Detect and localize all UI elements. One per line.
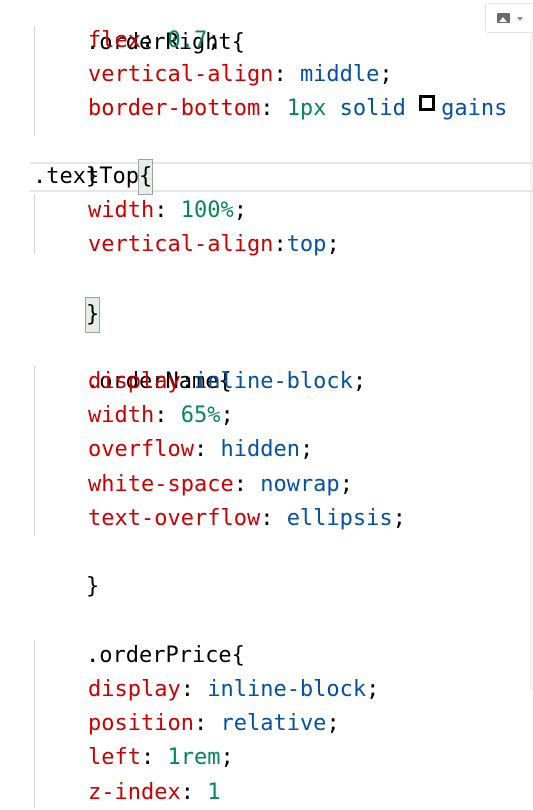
code-line[interactable]: border-bottom: 1px solid gains (88, 92, 507, 126)
matched-bracket: } (84, 297, 101, 333)
code-line[interactable]: vertical-align: middle; (88, 58, 393, 92)
color-swatch-icon[interactable] (419, 95, 436, 111)
colon: : (273, 232, 287, 257)
colon: : (260, 506, 287, 531)
colon: : (180, 780, 208, 805)
css-property: flex (88, 28, 141, 53)
colon: : (273, 62, 300, 87)
css-value: middle (299, 62, 380, 87)
semicolon: ; (379, 62, 393, 87)
code-line[interactable]: text-overflow: ellipsis; (88, 502, 406, 536)
css-property: text-overflow (88, 506, 261, 531)
code-line[interactable]: .orderRight{ (33, 0, 245, 55)
css-value: ellipsis (286, 506, 393, 531)
insert-image-button[interactable] (485, 3, 533, 33)
css-property: overflow (88, 437, 194, 462)
semicolon: ; (233, 198, 247, 223)
colon: : (140, 745, 168, 770)
chevron-down-icon (517, 17, 523, 21)
code-line[interactable]: .orderPrice{ (33, 605, 245, 668)
css-property: z-index (88, 780, 181, 805)
code-line[interactable]: white-space: nowrap; (88, 468, 353, 502)
semicolon: ; (220, 745, 234, 770)
code-line[interactable]: vertical-align:top; (88, 228, 340, 262)
semicolon: ; (366, 677, 380, 702)
code-line[interactable]: } (33, 536, 99, 599)
css-property: width (88, 403, 155, 428)
css-value: inline-block (207, 677, 367, 702)
code-line[interactable]: width: 100%; (88, 194, 247, 228)
colon: : (140, 28, 168, 53)
css-value: inline-block (193, 369, 353, 394)
css-value: solid (326, 96, 420, 121)
css-color-value: gains (441, 96, 508, 121)
css-value: hidden (220, 437, 300, 462)
css-property: border-bottom (88, 96, 261, 121)
code-line[interactable]: display:inline-block; (88, 365, 366, 399)
semicolon: ; (339, 472, 353, 497)
code-line[interactable]: .textTop{ (33, 159, 154, 195)
semicolon: ; (392, 506, 406, 531)
colon: : (154, 198, 181, 223)
css-property: left (88, 745, 141, 770)
semicolon: ; (326, 232, 340, 257)
semicolon: ; (326, 711, 340, 736)
css-value: 65% (180, 403, 221, 428)
css-value: 1px (286, 96, 327, 121)
semicolon: ; (220, 403, 234, 428)
code-line[interactable]: } (33, 264, 101, 333)
code-line[interactable]: width: 65%; (88, 399, 234, 433)
css-value: 1 (207, 780, 221, 805)
code-line[interactable]: flex: 0.7; (88, 24, 220, 58)
css-value: 1rem (167, 745, 221, 770)
colon: : (154, 403, 181, 428)
semicolon: ; (207, 28, 221, 53)
css-property: position (88, 711, 194, 736)
colon: : (180, 677, 208, 702)
css-property: display (88, 677, 181, 702)
code-line[interactable]: position: relative; (88, 707, 340, 741)
css-property: white-space (88, 472, 234, 497)
css-property: vertical-align (88, 62, 274, 87)
css-selector: .textTop (33, 164, 139, 189)
matched-bracket: { (137, 159, 154, 195)
image-icon (497, 13, 510, 23)
css-value: 0.7 (167, 28, 208, 53)
css-value: relative (220, 711, 327, 736)
code-line[interactable]: } (33, 126, 99, 189)
css-selector: .orderPrice{ (85, 643, 245, 668)
code-line[interactable]: left: 1rem; (88, 741, 234, 775)
code-editor[interactable]: .orderRight{ flex: 0.7; vertical-align: … (0, 0, 533, 807)
code-line[interactable]: overflow: hidden; (88, 433, 313, 467)
colon: : (193, 711, 221, 736)
code-line[interactable]: z-index: 1 (88, 776, 220, 810)
css-value: nowrap (260, 472, 340, 497)
css-property: display (88, 369, 181, 394)
colon: : (233, 472, 261, 497)
colon: : (260, 96, 287, 121)
code-line[interactable]: display: inline-block; (88, 673, 379, 707)
css-value: top (286, 232, 327, 257)
code-line[interactable]: .orderName{ (33, 331, 232, 394)
colon: : (180, 369, 194, 394)
semicolon: ; (299, 437, 314, 462)
colon: : (193, 437, 221, 462)
semicolon: ; (352, 369, 367, 394)
css-property: vertical-align (88, 232, 274, 257)
css-value: 100% (180, 198, 234, 223)
css-property: width (88, 198, 155, 223)
closing-brace: } (85, 574, 100, 599)
